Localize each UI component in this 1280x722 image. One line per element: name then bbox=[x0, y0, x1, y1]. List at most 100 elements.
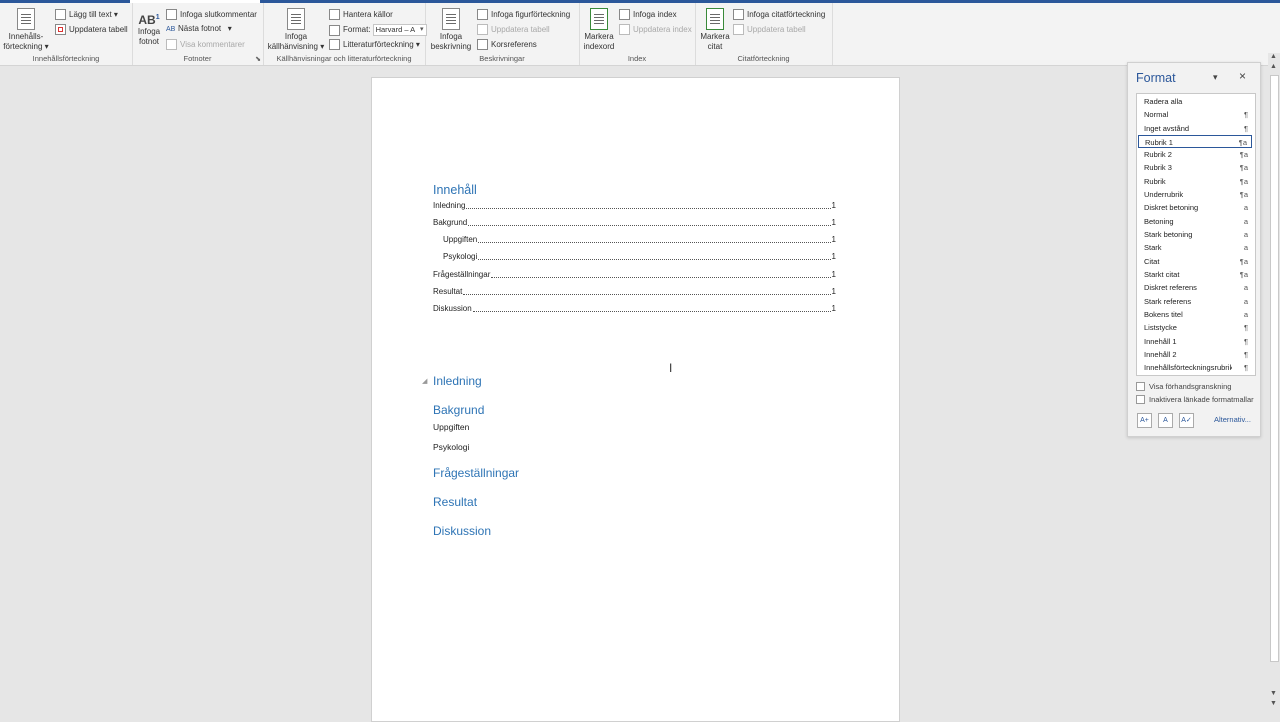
insert-toa-button[interactable]: Infoga citatförteckning bbox=[733, 9, 825, 20]
footnote-label-2: fotnot bbox=[138, 37, 159, 46]
crossref-button[interactable]: Korsreferens bbox=[477, 39, 537, 50]
style-item[interactable]: Rubrik 3 ¶a bbox=[1138, 161, 1252, 174]
style-item[interactable]: Stark betoning a bbox=[1138, 228, 1252, 241]
style-item[interactable]: Normal ¶ bbox=[1138, 108, 1252, 121]
toc-entry-page: 1 bbox=[831, 201, 836, 210]
style-item[interactable]: Rubrik ¶a bbox=[1138, 175, 1252, 188]
mark-citation-button[interactable]: Markera citat bbox=[697, 8, 733, 52]
toc-entry[interactable]: Bakgrund 1 bbox=[433, 217, 836, 229]
style-item[interactable]: Stark referens a bbox=[1138, 295, 1252, 308]
page-down-icon[interactable]: ▼ bbox=[1270, 690, 1277, 697]
group-authorities: Markera citat Infoga citatförteckning Up… bbox=[695, 3, 833, 65]
manage-sources-button[interactable]: Hantera källor bbox=[329, 9, 393, 20]
mark-entry-button[interactable]: Markera indexord bbox=[581, 8, 617, 52]
vertical-scrollbar[interactable]: ▲ ▲ ▼ ▼ bbox=[1268, 53, 1280, 720]
insert-tof-button[interactable]: Infoga figurförteckning bbox=[477, 9, 570, 20]
insert-caption-button[interactable]: Infoga beskrivning bbox=[427, 8, 475, 52]
toc-entry-page: 1 bbox=[831, 252, 836, 261]
style-item[interactable]: Innehållsförteckningsrubrik ¶ bbox=[1138, 361, 1252, 374]
style-icon bbox=[329, 24, 340, 36]
show-notes-button[interactable]: Visa kommentarer bbox=[166, 39, 245, 50]
style-item[interactable]: Diskret betoning a bbox=[1138, 201, 1252, 214]
style-item[interactable]: Diskret referens a bbox=[1138, 281, 1252, 294]
scrollbar-thumb[interactable] bbox=[1270, 75, 1279, 662]
update-toa-icon bbox=[733, 24, 744, 35]
options-link[interactable]: Alternativ... bbox=[1214, 415, 1251, 424]
show-preview-checkbox[interactable]: Visa förhandsgranskning bbox=[1136, 382, 1231, 391]
insert-footnote-button[interactable]: AB1 Infoga fotnot bbox=[135, 11, 163, 47]
new-style-icon[interactable]: A+ bbox=[1137, 413, 1152, 428]
style-item[interactable]: Stark a bbox=[1138, 241, 1252, 254]
mark-citation-label-2: citat bbox=[707, 42, 723, 51]
citation-label-1: Infoga bbox=[284, 32, 308, 41]
toc-label-1: Innehålls- bbox=[8, 32, 44, 41]
scroll-up-icon[interactable]: ▲ bbox=[1270, 53, 1277, 60]
scroll-down-icon[interactable]: ▼ bbox=[1270, 700, 1277, 707]
style-item[interactable]: Bokens titel a bbox=[1138, 308, 1252, 321]
style-item[interactable]: Betoning a bbox=[1138, 215, 1252, 228]
caption-label-2: beskrivning bbox=[430, 42, 472, 51]
style-inspector-icon[interactable]: A bbox=[1158, 413, 1173, 428]
next-footnote-button[interactable]: AB Nästa fotnot ▾ bbox=[166, 24, 232, 34]
group-label-footnotes: Fotnoter bbox=[183, 54, 212, 63]
insert-endnote-button[interactable]: Infoga slutkommentar bbox=[166, 9, 257, 20]
footnote-icon: AB1 bbox=[138, 13, 160, 27]
heading-inledning: Inledning bbox=[433, 374, 482, 388]
checkbox-box bbox=[1136, 382, 1145, 391]
insert-index-button[interactable]: Infoga index bbox=[619, 9, 677, 20]
caption-icon bbox=[442, 8, 460, 30]
toc-entry[interactable]: Resultat 1 bbox=[433, 286, 836, 298]
styles-pane-title: Format bbox=[1136, 71, 1176, 85]
style-item[interactable]: Radera alla bbox=[1138, 95, 1252, 108]
manage-styles-icon[interactable]: A✓ bbox=[1179, 413, 1194, 428]
mark-entry-label-1: Markera bbox=[584, 32, 614, 41]
footnote-label-1: Infoga bbox=[137, 27, 161, 36]
toc-entry-label: Bakgrund bbox=[433, 218, 468, 227]
style-item[interactable]: Inget avstånd ¶ bbox=[1138, 122, 1252, 135]
subheading-uppgiften: Uppgiften bbox=[433, 422, 470, 432]
disable-linked-checkbox[interactable]: Inaktivera länkade formatmallar bbox=[1136, 395, 1254, 404]
style-item[interactable]: Underrubrik ¶a bbox=[1138, 188, 1252, 201]
caption-label-1: Infoga bbox=[439, 32, 463, 41]
style-item[interactable]: Liststycke ¶ bbox=[1138, 321, 1252, 334]
toc-entry-label: Uppgiften bbox=[443, 235, 478, 244]
style-item[interactable]: Innehåll 2 ¶ bbox=[1138, 348, 1252, 361]
toc-entry[interactable]: Inledning 1 bbox=[433, 200, 836, 212]
toc-entry[interactable]: Diskussion 1 bbox=[433, 303, 836, 315]
insert-citation-button[interactable]: Infoga källhänvisning ▾ bbox=[265, 8, 327, 52]
toc-leader bbox=[463, 286, 831, 295]
toc-leader bbox=[472, 303, 831, 312]
toc-entry[interactable]: Uppgiften 1 bbox=[443, 234, 836, 246]
update-index-icon bbox=[619, 24, 630, 35]
update-table-button[interactable]: Uppdatera tabell bbox=[55, 24, 128, 35]
close-icon[interactable]: × bbox=[1239, 69, 1246, 83]
update-tof-button[interactable]: Uppdatera tabell bbox=[477, 24, 550, 35]
toc-entry-page: 1 bbox=[831, 287, 836, 296]
toc-leader bbox=[478, 234, 831, 243]
update-toa-button[interactable]: Uppdatera tabell bbox=[733, 24, 806, 35]
toc-entry[interactable]: Psykologi 1 bbox=[443, 251, 836, 263]
page-up-icon[interactable]: ▲ bbox=[1270, 63, 1277, 70]
toc-leader bbox=[491, 269, 831, 278]
group-label-captions: Beskrivningar bbox=[479, 54, 525, 63]
toc-button[interactable]: Innehålls- förteckning ▾ bbox=[2, 8, 50, 52]
style-item-selected[interactable]: Rubrik 1 ¶a bbox=[1138, 135, 1252, 148]
bibliography-button[interactable]: Litteraturförteckning ▾ bbox=[329, 39, 420, 50]
toc-leader bbox=[466, 200, 831, 209]
style-item[interactable]: Citat ¶a bbox=[1138, 255, 1252, 268]
style-item[interactable]: Innehåll 1 ¶ bbox=[1138, 335, 1252, 348]
toc-entry[interactable]: Frågeställningar 1 bbox=[433, 269, 836, 281]
style-item[interactable]: Starkt citat ¶a bbox=[1138, 268, 1252, 281]
citation-style-field: Format: Harvard – A bbox=[329, 24, 427, 36]
citation-style-select[interactable]: Harvard – A bbox=[372, 24, 427, 36]
collapse-heading-icon[interactable]: ◢ bbox=[422, 377, 427, 385]
document-page[interactable]: Innehåll Inledning 1 Bakgrund 1 Uppgiften 1… bbox=[371, 77, 900, 722]
update-index-button[interactable]: Uppdatera index bbox=[619, 24, 692, 35]
pane-options-icon[interactable]: ▾ bbox=[1213, 72, 1218, 83]
bibliography-icon bbox=[329, 39, 340, 50]
style-item[interactable]: Rubrik 2 ¶a bbox=[1138, 148, 1252, 161]
add-text-button[interactable]: Lägg till text ▾ bbox=[55, 9, 118, 20]
toc-entry-page: 1 bbox=[831, 218, 836, 227]
heading-resultat: Resultat bbox=[433, 495, 478, 509]
update-tof-icon bbox=[477, 24, 488, 35]
